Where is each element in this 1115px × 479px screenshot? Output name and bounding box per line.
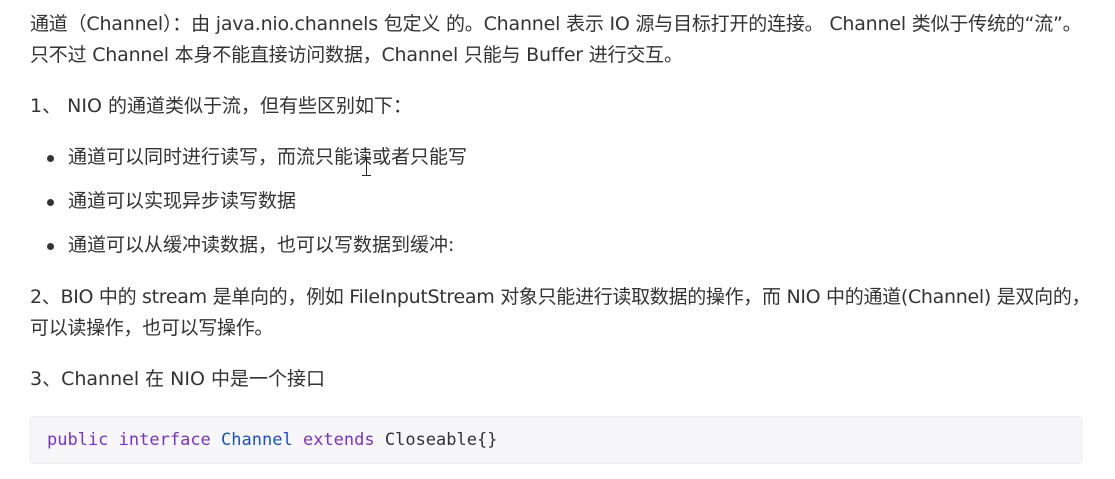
code-block: public interface Channel extends Closeab… [30, 416, 1082, 464]
code-keyword-interface: interface [118, 430, 211, 450]
point-1: 1、 NIO 的通道类似于流，但有些区别如下： [30, 95, 412, 117]
bullet-icon [47, 243, 54, 250]
code-rest: Closeable{} [384, 430, 498, 450]
code-keyword-public: public [47, 430, 109, 450]
bullet-icon [47, 199, 54, 206]
list-item-text: 通道可以实现异步读写数据 [68, 190, 297, 212]
code-type-name: Channel [221, 430, 293, 450]
list-item-text: 通道可以同时进行读写，而流只能读或者只能写 [68, 146, 468, 168]
intro-paragraph: 通道（Channel）：由 java.nio.channels 包定义 的。Ch… [30, 13, 1082, 66]
code-keyword-extends: extends [302, 430, 375, 450]
point-2: 2、BIO 中的 stream 是单向的，例如 FileInputStream … [30, 286, 1091, 339]
list-item-text: 通道可以从缓冲读数据，也可以写数据到缓冲: [68, 234, 455, 256]
list-item: 通道可以实现异步读写数据 [45, 186, 467, 230]
list-item: 通道可以同时进行读写，而流只能读或者只能写 [45, 142, 467, 186]
list-item: 通道可以从缓冲读数据，也可以写数据到缓冲: [45, 230, 467, 274]
text-cursor-icon [362, 157, 371, 176]
point-3: 3、Channel 在 NIO 中是一个接口 [30, 368, 325, 390]
document-body: 通道（Channel）：由 java.nio.channels 包定义 的。Ch… [0, 0, 1115, 479]
difference-list: 通道可以同时进行读写，而流只能读或者只能写 通道可以实现异步读写数据 通道可以从… [45, 142, 467, 274]
bullet-icon [47, 155, 54, 162]
